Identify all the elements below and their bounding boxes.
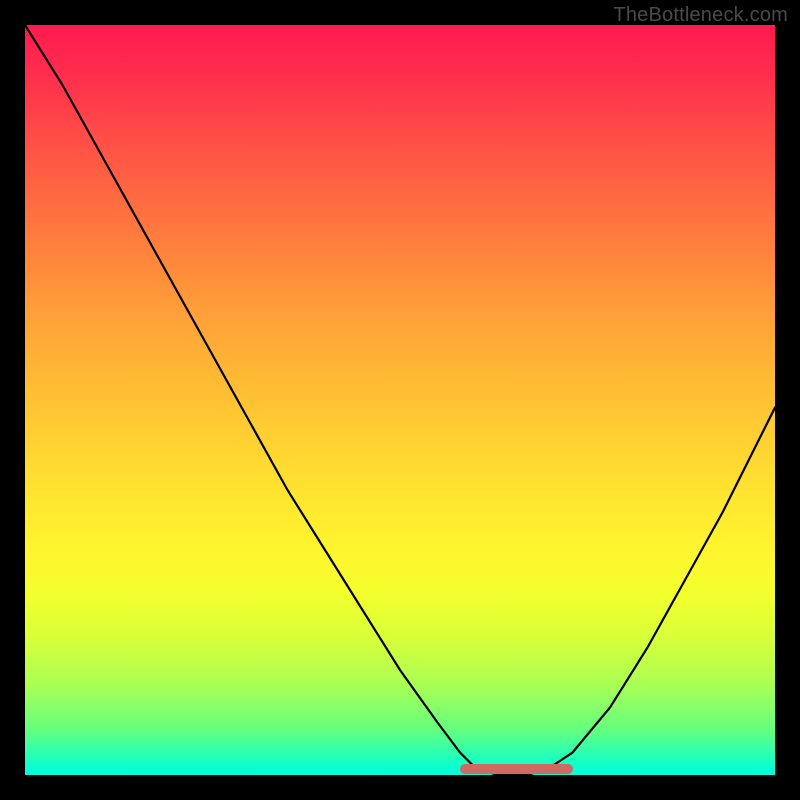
plot-area	[25, 25, 775, 775]
bottleneck-curve	[25, 25, 775, 775]
optimal-range-band	[460, 764, 573, 774]
watermark-text: TheBottleneck.com	[613, 4, 788, 27]
